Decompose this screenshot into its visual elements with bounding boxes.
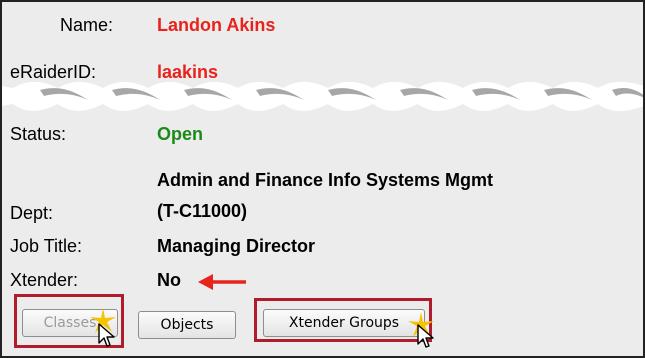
- status-value: Open: [157, 124, 204, 144]
- dept-label: Dept:: [10, 203, 54, 223]
- user-details-panel: Name: Landon Akins eRaiderID: laakins St…: [0, 0, 645, 358]
- xtender-groups-highlight: [254, 298, 432, 342]
- pointer-cursor-icon: [98, 323, 115, 347]
- tear-divider: [2, 78, 643, 118]
- name-value: Landon Akins: [157, 15, 276, 35]
- name-label: Name:: [60, 15, 114, 35]
- dept-value-line1: Admin and Finance Info Systems Mgmt: [157, 170, 494, 190]
- left-arrow-icon: [198, 274, 246, 290]
- objects-button[interactable]: Objects: [138, 311, 236, 339]
- status-label: Status:: [10, 124, 67, 144]
- job-title-label: Job Title:: [10, 236, 83, 256]
- job-title-value: Managing Director: [157, 236, 316, 256]
- dept-value-line2: (T-C11000): [157, 201, 248, 221]
- xtender-label: Xtender:: [10, 270, 79, 290]
- xtender-value: No: [157, 270, 181, 290]
- pointer-cursor-icon: [417, 324, 434, 348]
